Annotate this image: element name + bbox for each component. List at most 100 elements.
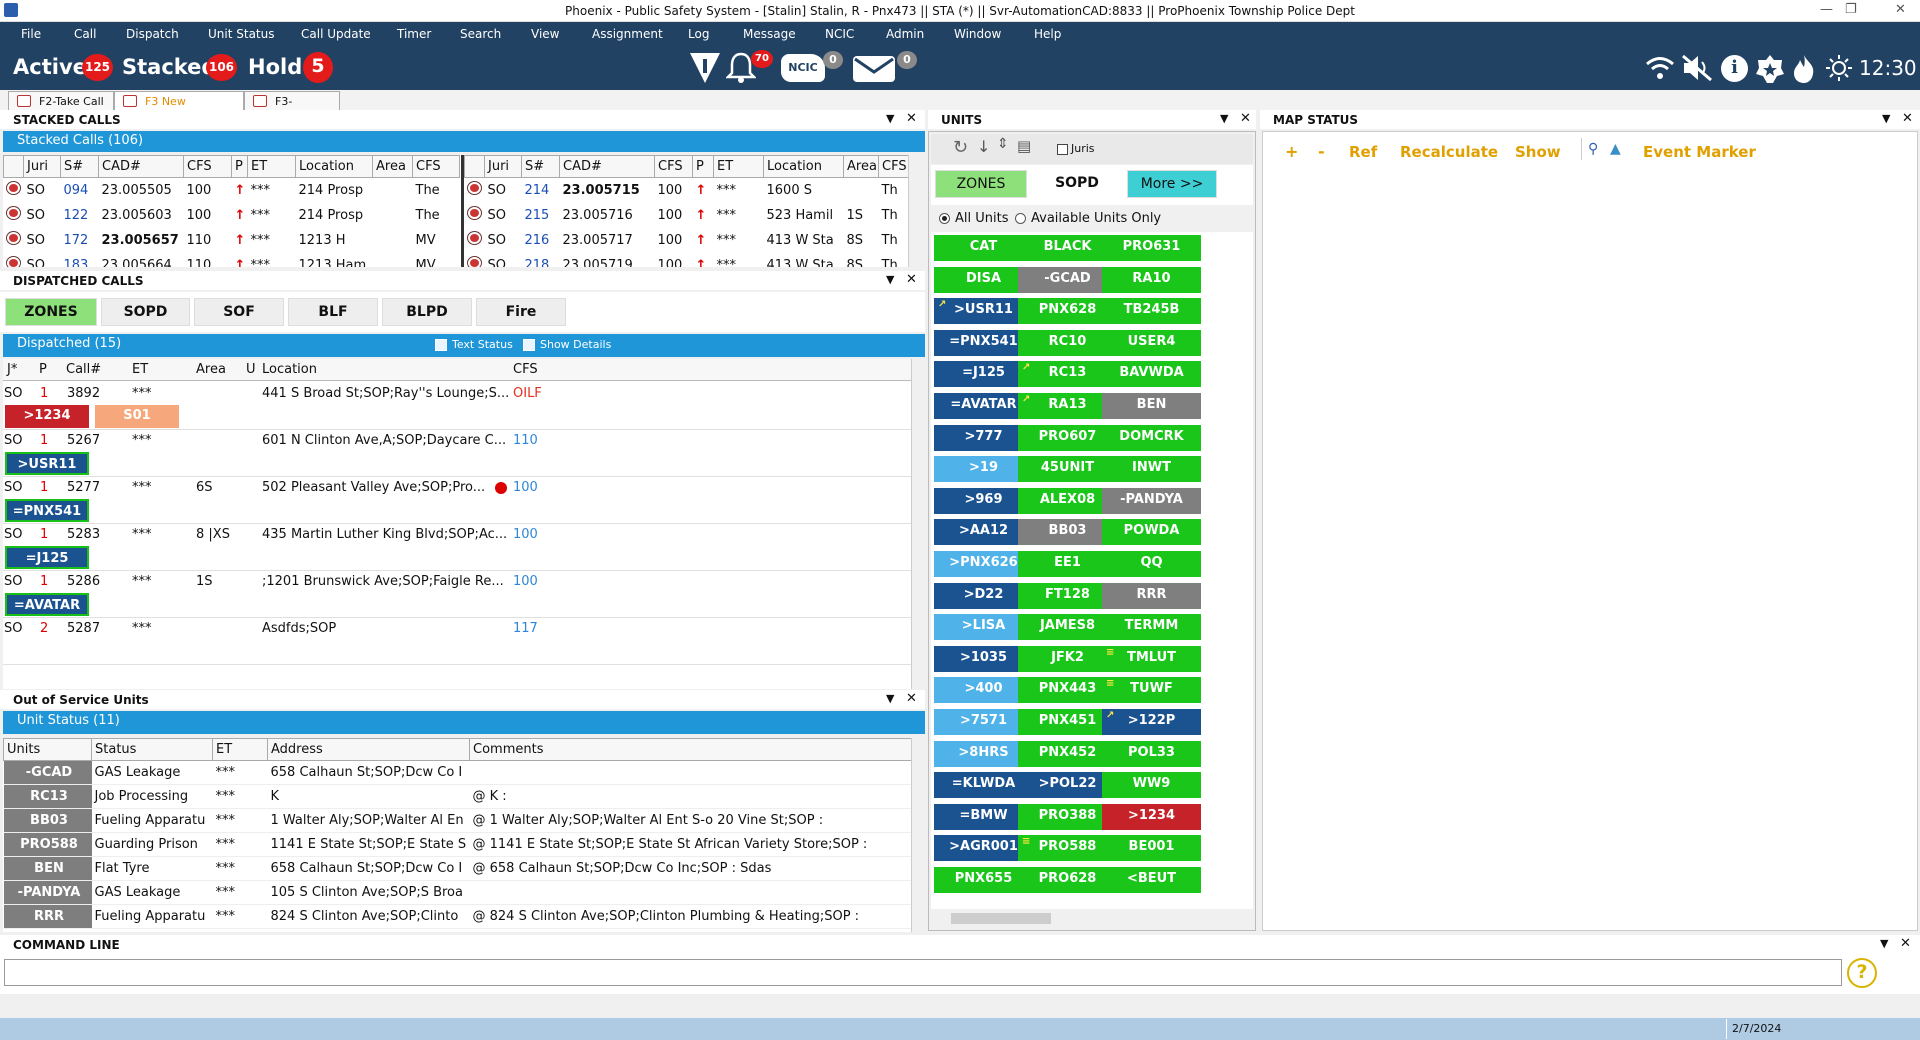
close-icon[interactable]: ✕ [906,272,917,287]
menu-call-update[interactable]: Call Update [301,27,371,41]
zone-tab-sof[interactable]: SOF [194,298,284,326]
menu-view[interactable]: View [531,27,559,41]
unit-button[interactable]: POL33 [1102,740,1201,767]
col-u[interactable]: U [246,362,256,377]
close-icon[interactable]: ✕ [906,691,917,706]
col-et[interactable]: ET [132,362,148,377]
col-address[interactable]: Address [267,738,470,761]
dispatched-unit-tag[interactable]: >1234 [5,405,89,428]
col-area[interactable]: Area [196,362,226,377]
unit-button[interactable]: TERMM [1102,614,1201,641]
col-location[interactable]: Location [295,155,373,178]
oos-scrollbar[interactable] [911,738,925,932]
fire-icon[interactable] [1791,54,1817,88]
col-location[interactable]: Location [262,362,317,377]
command-input[interactable] [4,959,1842,986]
col-p[interactable]: P [231,155,248,178]
col-area[interactable]: Area [843,155,879,178]
unit-button[interactable]: -PANDYA [1102,487,1201,514]
map-pin-icon[interactable]: ⚲ [1588,141,1598,157]
stacked-scrollbar[interactable] [908,155,922,267]
stacked-row[interactable]: SO 216 23.005717 100 ↑ *** 413 W Sta 8S Th [465,228,909,253]
unit-button[interactable]: DOMCRK [1102,424,1201,451]
car-icon[interactable]: ▤ [1017,137,1031,155]
show-details-checkbox[interactable] [523,339,535,351]
col-cad[interactable]: CAD# [559,155,655,178]
zone-tab-blpd[interactable]: BLPD [382,298,472,326]
dispatched-unit-tag[interactable]: =AVATAR [5,593,89,616]
unit-button[interactable]: PRO631 [1102,235,1201,261]
menu-call[interactable]: Call [74,27,96,41]
oos-row[interactable]: BB03 Fueling Apparatu *** 1 Walter Aly;SOP;… [3,808,911,833]
menu-dispatch[interactable]: Dispatch [126,27,179,41]
dispatched-unit-tag[interactable]: =J125 [5,546,89,569]
zone-tab-zones[interactable]: ZONES [5,298,97,326]
col-snum[interactable]: S# [60,155,99,178]
police-badge-icon[interactable] [1755,54,1785,88]
map-recalculate-button[interactable]: Recalculate [1400,143,1498,161]
all-units-radio[interactable] [939,213,950,224]
units-tab-zones[interactable]: ZONES [935,170,1027,198]
unit-button[interactable]: RA10 [1102,266,1201,293]
dispatched-scrollbar[interactable] [911,359,925,689]
tab-take-call[interactable]: F2-Take Call [8,91,114,110]
active-count-badge[interactable]: 125 [82,54,113,81]
map-show-button[interactable]: Show [1515,143,1561,161]
scroll-thumb[interactable] [951,913,1051,924]
close-icon[interactable]: ✕ [1900,936,1911,951]
sound-muted-icon[interactable] [1681,54,1713,86]
col-cfs[interactable]: CFS [513,362,538,377]
zone-tab-blf[interactable]: BLF [288,298,378,326]
oos-row[interactable]: -GCAD GAS Leakage *** 658 Calhaun St;SOP;Dc… [3,760,911,785]
alert-triangle-icon[interactable] [688,50,722,90]
close-icon[interactable]: ✕ [1895,2,1906,17]
stacked-row[interactable]: SO 094 23.005505 100 ↑ *** 214 Prosp The [4,178,460,203]
stacked-row[interactable]: SO 214 23.005715 100 ↑ *** 1600 S Th [465,178,909,203]
stacked-row[interactable]: SO 218 23.005719 100 ↑ *** 413 W Sta 8S Th [465,253,909,267]
minimize-icon[interactable]: — [1820,2,1833,17]
tab-new-dispatch[interactable]: F3 New Dispatch [114,91,244,121]
oos-row[interactable]: RC13 Job Processing *** K @ K : [3,784,911,809]
info-icon[interactable]: i [1721,55,1748,82]
menu-search[interactable]: Search [460,27,501,41]
sort-icon[interactable]: ↓ [977,137,990,156]
menu-ncic[interactable]: NCIC [825,27,854,41]
menu-message[interactable]: Message [743,27,796,41]
unit-button[interactable]: ≡ TMLUT [1102,645,1201,672]
col-juri[interactable]: Juri [484,155,522,178]
stacked-count-badge[interactable]: 106 [206,54,237,81]
col-snum[interactable]: S# [521,155,560,178]
units-tab-sopd[interactable]: SOPD [1032,170,1122,198]
unit-button[interactable]: BE001 [1102,835,1201,862]
dispatched-unit-tag[interactable]: =PNX541 [5,499,89,522]
unit-button[interactable]: ↗ >122P [1102,709,1201,735]
zone-tab-fire[interactable]: Fire [476,298,566,326]
event-marker-button[interactable]: Event Marker [1643,143,1756,161]
unit-button[interactable]: USER4 [1102,329,1201,356]
dispatched-row[interactable]: SO 1 5277 *** 6S 502 Pleasant Valley Ave;SOP;… [3,477,911,524]
unit-button[interactable]: <BEUT [1102,867,1201,893]
dispatched-row[interactable]: SO 1 5286 *** 1S ;1201 Brunswick Ave;SOP;Faig… [3,571,911,618]
pin-icon[interactable]: ▼ [1882,112,1890,125]
dispatched-row[interactable]: SO 1 5283 *** 8 |XS 435 Martin Luther King Bl… [3,524,911,571]
zone-tab-sopd[interactable]: SOPD [101,298,190,326]
oos-row[interactable]: PRO588 Guarding Prison *** 1141 E State St;… [3,832,911,857]
unit-button[interactable]: >1234 [1102,803,1201,830]
oos-row[interactable]: RRR Fueling Apparatu *** 824 S Clinton Ave;… [3,904,911,929]
col-juri[interactable]: Juri [23,155,61,178]
stacked-row[interactable]: SO 215 23.005716 100 ↑ *** 523 Hamil 1S Th [465,203,909,228]
dispatched-row[interactable]: SO 1 5267 *** 601 N Clinton Ave,A;SOP;Daycar… [3,430,911,477]
map-zoom-in-button[interactable]: + [1285,142,1298,161]
col-cfs2[interactable]: CFS [412,155,460,178]
col-comments[interactable]: Comments [469,738,911,761]
unit-button[interactable]: RRR [1102,582,1201,609]
available-units-radio[interactable] [1015,213,1026,224]
sun-icon[interactable] [1825,54,1853,86]
units-more-button[interactable]: More >> [1127,170,1217,198]
close-icon[interactable]: ✕ [1902,111,1913,126]
unit-button[interactable]: QQ [1102,551,1201,577]
col-cad[interactable]: CAD# [98,155,184,178]
col-cfs2[interactable]: CFS [878,155,908,178]
unit-button[interactable]: POWDA [1102,519,1201,546]
text-status-checkbox[interactable] [435,339,447,351]
